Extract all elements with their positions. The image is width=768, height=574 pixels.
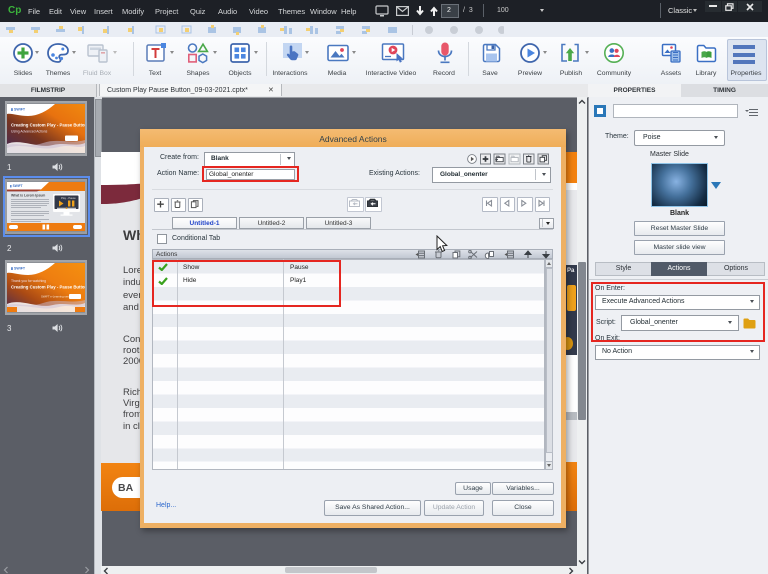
svg-text:Creating Custom Play - Pause B: Creating Custom Play - Pause Button [11,123,85,128]
svg-text:What is Lorem Ipsum: What is Lorem Ipsum [11,194,45,198]
svg-text:▮ SWiFT: ▮ SWiFT [11,267,26,271]
svg-text:Thank you for watching: Thank you for watching [11,279,46,283]
svg-text:Creating Custom Play - Pause B: Creating Custom Play - Pause Button [11,285,85,290]
svg-text:▮ SWiFT: ▮ SWiFT [10,184,23,188]
svg-text:▮ SWiFT: ▮ SWiFT [11,108,26,112]
svg-text:Play - Pause: Play - Pause [61,196,76,200]
svg-text:Using Advanced Actions: Using Advanced Actions [11,130,48,134]
